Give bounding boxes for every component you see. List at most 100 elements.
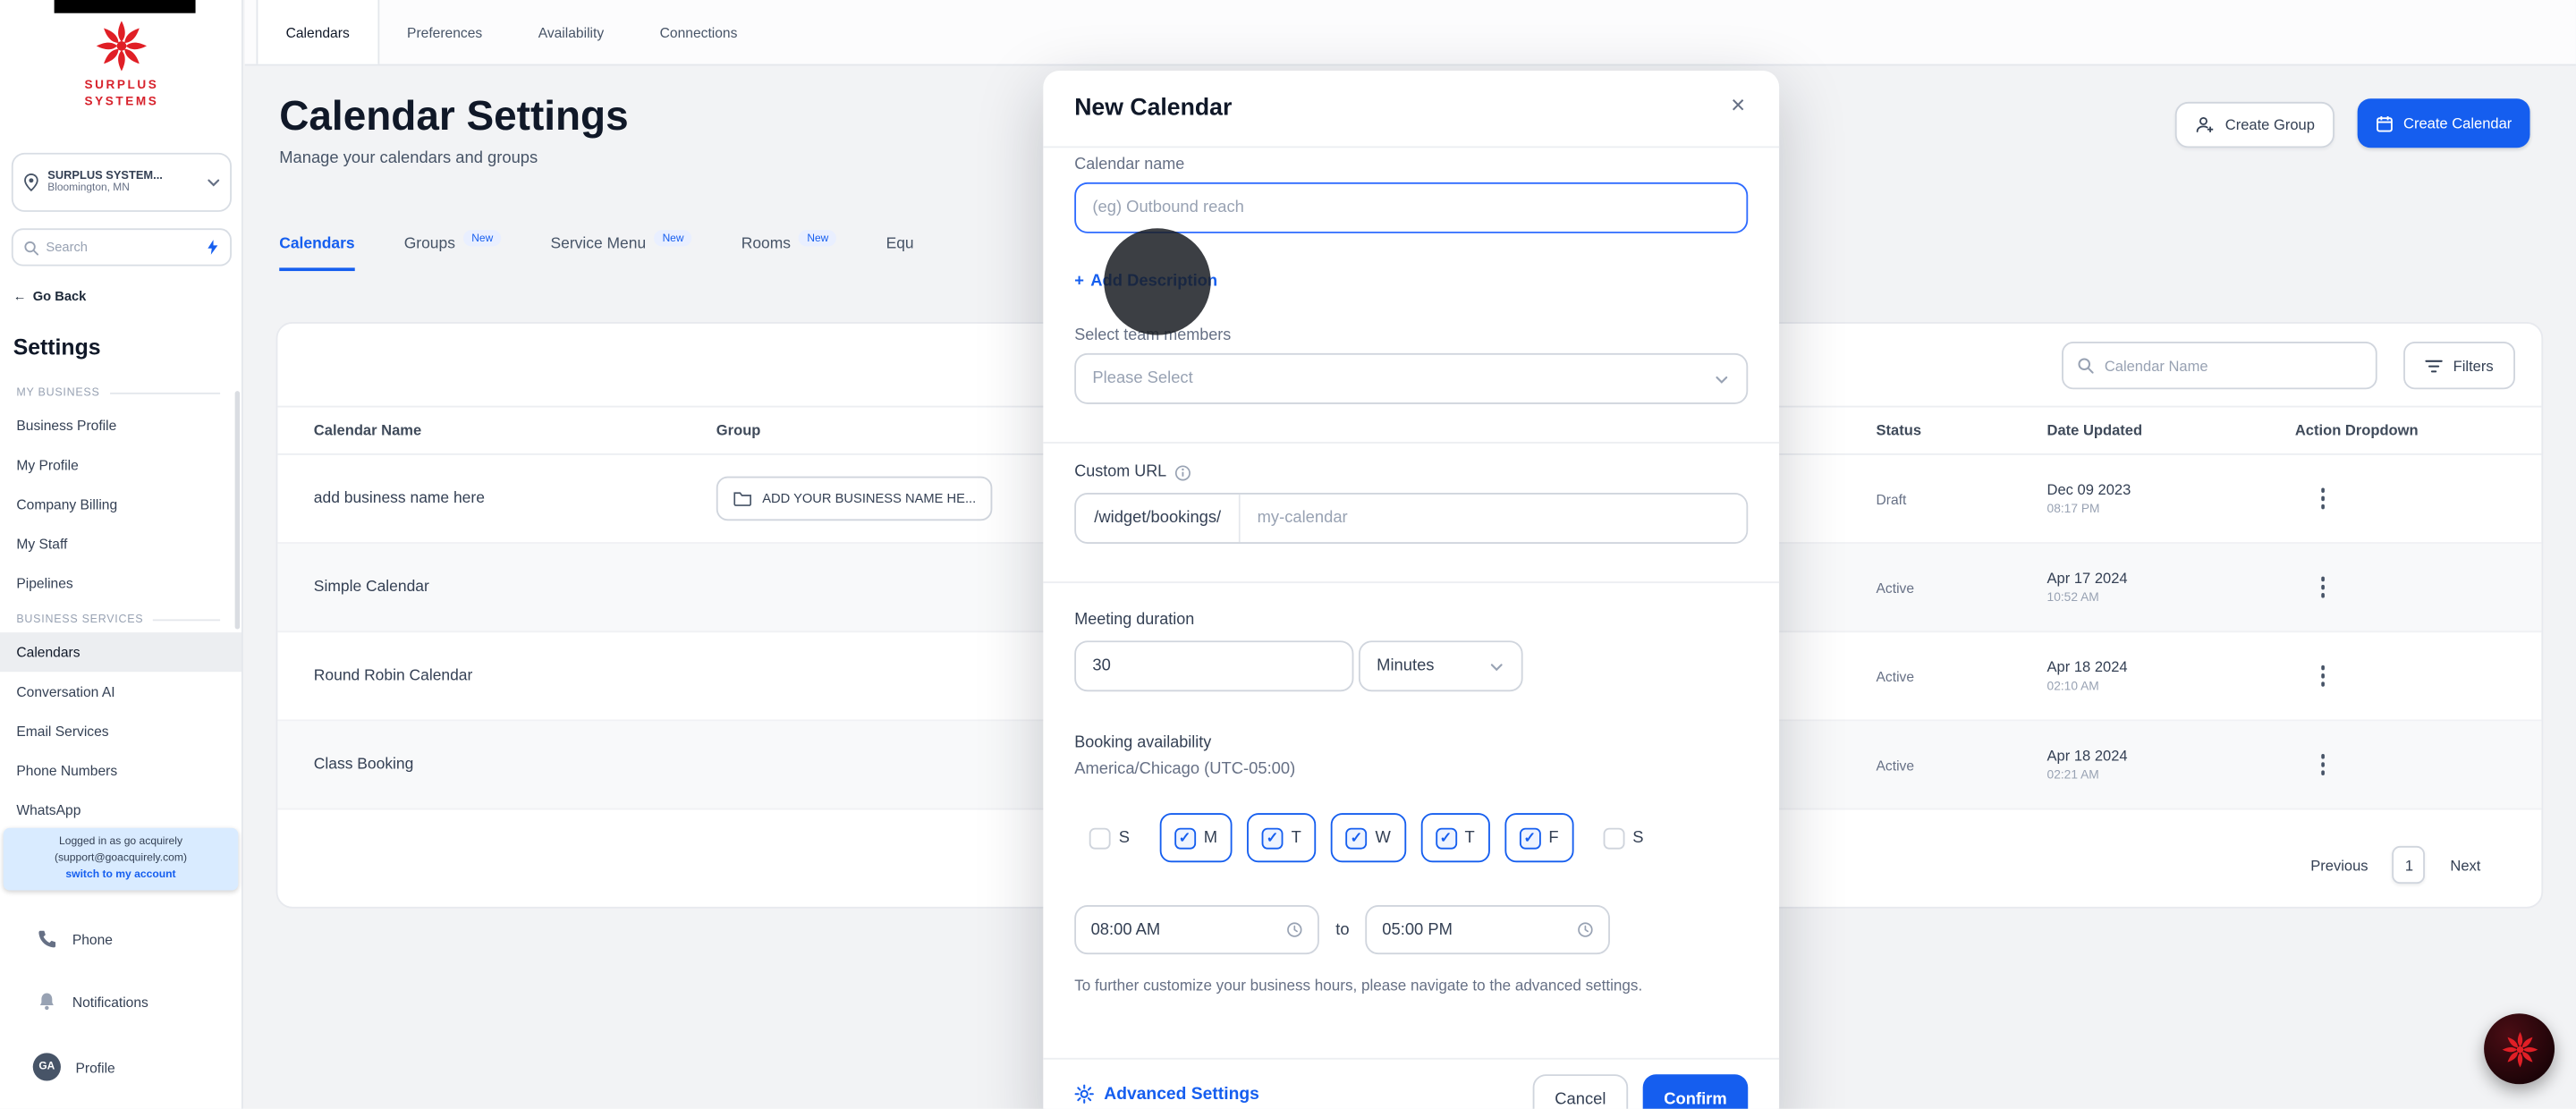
day-friday-checkbox[interactable]: ✓ F xyxy=(1504,813,1574,863)
sidebar-search-input[interactable] xyxy=(46,240,199,255)
cancel-button[interactable]: Cancel xyxy=(1532,1074,1629,1109)
custom-url-text: Custom URL xyxy=(1074,462,1167,482)
add-group-button[interactable]: ADD YOUR BUSINESS NAME HE... xyxy=(716,476,993,521)
create-group-button[interactable]: Create Group xyxy=(2175,101,2334,148)
col-calendar-name: Calendar Name xyxy=(313,422,422,439)
sidebar-scrollbar[interactable] xyxy=(234,391,241,630)
sidebar-item-phone-numbers[interactable]: Phone Numbers xyxy=(0,750,242,790)
confirm-button[interactable]: Confirm xyxy=(1642,1074,1749,1109)
start-time-picker[interactable] xyxy=(1074,905,1319,955)
top-tab-preferences[interactable]: Preferences xyxy=(379,0,511,64)
sidebar-item-profile[interactable]: GA Profile xyxy=(0,1053,243,1081)
create-group-label: Create Group xyxy=(2224,116,2315,133)
clock-icon xyxy=(1287,922,1302,937)
calendar-name-input[interactable] xyxy=(1074,182,1749,233)
location-selector[interactable]: SURPLUS SYSTEM... Bloomington, MN xyxy=(11,152,232,212)
calendar-name-cell[interactable]: Round Robin Calendar xyxy=(314,667,716,685)
status-badge: Active xyxy=(1876,667,1915,684)
tab-equipments[interactable]: Equ xyxy=(886,235,914,268)
date-updated: Apr 18 2024 xyxy=(2046,747,2128,765)
top-black-strip xyxy=(54,0,196,13)
close-icon[interactable]: × xyxy=(1720,89,1756,124)
duration-value-input[interactable] xyxy=(1074,640,1354,692)
pagination-page-1[interactable]: 1 xyxy=(2393,845,2426,885)
top-nav: Calendars Preferences Availability Conne… xyxy=(244,0,2576,66)
chevron-down-icon xyxy=(208,179,220,187)
row-actions-menu[interactable] xyxy=(2311,487,2334,509)
sidebar-item-my-profile[interactable]: My Profile xyxy=(0,445,242,485)
go-back-link[interactable]: ← Go Back xyxy=(13,289,87,304)
calendar-name-search-input[interactable] xyxy=(2104,357,2363,374)
day-wednesday-checkbox[interactable]: ✓ W xyxy=(1330,813,1406,863)
pagination-next[interactable]: Next xyxy=(2450,857,2480,873)
sidebar-item-business-profile[interactable]: Business Profile xyxy=(0,406,242,445)
day-label: M xyxy=(1203,828,1218,847)
sidebar-item-phone[interactable]: Phone xyxy=(0,928,243,950)
new-badge: New xyxy=(654,230,692,247)
duration-unit-select[interactable]: Minutes xyxy=(1358,640,1523,692)
sidebar-item-calendars[interactable]: Calendars xyxy=(0,632,242,673)
table-search xyxy=(2062,342,2377,390)
quick-actions-bolt-icon[interactable] xyxy=(206,238,221,256)
tab-service-menu[interactable]: Service Menu New xyxy=(550,230,692,268)
time-updated: 02:21 AM xyxy=(2046,766,2099,783)
location-text: SURPLUS SYSTEM... Bloomington, MN xyxy=(47,171,199,194)
user-plus-icon xyxy=(2197,116,2215,133)
end-time-picker[interactable] xyxy=(1365,905,1611,955)
tab-service-menu-label: Service Menu xyxy=(550,234,647,253)
sidebar-item-whatsapp[interactable]: WhatsApp xyxy=(0,790,242,829)
top-tab-calendars[interactable]: Calendars xyxy=(256,0,379,64)
top-tab-availability[interactable]: Availability xyxy=(510,0,631,64)
tab-rooms-label: Rooms xyxy=(741,234,792,253)
day-tuesday-checkbox[interactable]: ✓ T xyxy=(1247,813,1317,863)
start-time-input[interactable] xyxy=(1090,920,1256,939)
avatar: GA xyxy=(32,1053,61,1081)
day-thursday-checkbox[interactable]: ✓ T xyxy=(1419,813,1490,863)
row-actions-menu[interactable] xyxy=(2311,754,2334,775)
top-tab-connections[interactable]: Connections xyxy=(631,0,765,64)
logged-in-text-1: Logged in as go acquirely xyxy=(58,835,183,848)
calendar-name-cell[interactable]: Class Booking xyxy=(314,756,716,774)
sidebar-item-my-staff[interactable]: My Staff xyxy=(0,524,242,563)
create-calendar-button[interactable]: Create Calendar xyxy=(2357,98,2530,148)
filters-button[interactable]: Filters xyxy=(2403,342,2515,390)
starburst-logo-icon xyxy=(96,21,148,72)
day-sunday-checkbox[interactable]: ✓ S xyxy=(1074,813,1144,862)
info-icon[interactable] xyxy=(1174,464,1191,480)
tab-calendars[interactable]: Calendars xyxy=(279,235,355,272)
day-monday-checkbox[interactable]: ✓ M xyxy=(1159,813,1233,863)
filter-icon xyxy=(2425,359,2444,372)
url-prefix: /widget/bookings/ xyxy=(1076,494,1241,543)
day-label: F xyxy=(1548,828,1559,847)
pagination-previous[interactable]: Previous xyxy=(2310,857,2368,873)
sidebar-item-notifications[interactable]: Notifications xyxy=(0,991,243,1012)
row-actions-menu[interactable] xyxy=(2311,577,2334,598)
calendar-name-cell[interactable]: add business name here xyxy=(314,489,716,507)
page-title: Calendar Settings xyxy=(279,93,629,140)
advanced-settings-link[interactable]: Advanced Settings xyxy=(1074,1084,1259,1104)
tab-rooms[interactable]: Rooms New xyxy=(741,230,837,268)
date-updated: Dec 09 2023 xyxy=(2046,481,2131,498)
advanced-settings-hint: To further customize your business hours… xyxy=(1074,977,1643,995)
row-actions-menu[interactable] xyxy=(2311,665,2334,687)
settings-menu: MY BUSINESS Business Profile My Profile … xyxy=(0,377,242,830)
sidebar-item-conversation-ai[interactable]: Conversation AI xyxy=(0,672,242,711)
team-members-select[interactable]: Please Select xyxy=(1074,352,1749,404)
col-date-updated: Date Updated xyxy=(2046,422,2143,439)
sidebar-item-company-billing[interactable]: Company Billing xyxy=(0,485,242,524)
calendar-name-cell[interactable]: Simple Calendar xyxy=(314,579,716,597)
checkbox-checked-icon: ✓ xyxy=(1261,826,1284,849)
page-subtitle: Manage your calendars and groups xyxy=(279,149,538,168)
sidebar-item-email-services[interactable]: Email Services xyxy=(0,711,242,750)
cursor-click-indicator xyxy=(1104,228,1211,335)
switch-account-link[interactable]: switch to my account xyxy=(8,867,233,883)
chat-widget-button[interactable] xyxy=(2484,1013,2555,1085)
folder-icon xyxy=(733,492,751,506)
sidebar-item-pipelines[interactable]: Pipelines xyxy=(0,563,242,603)
section-my-business: MY BUSINESS xyxy=(0,377,242,406)
chevron-down-icon xyxy=(1716,375,1728,383)
day-saturday-checkbox[interactable]: ✓ S xyxy=(1589,813,1658,862)
tab-groups[interactable]: Groups New xyxy=(404,230,502,268)
end-time-input[interactable] xyxy=(1382,920,1546,939)
custom-url-input[interactable] xyxy=(1241,494,1747,543)
